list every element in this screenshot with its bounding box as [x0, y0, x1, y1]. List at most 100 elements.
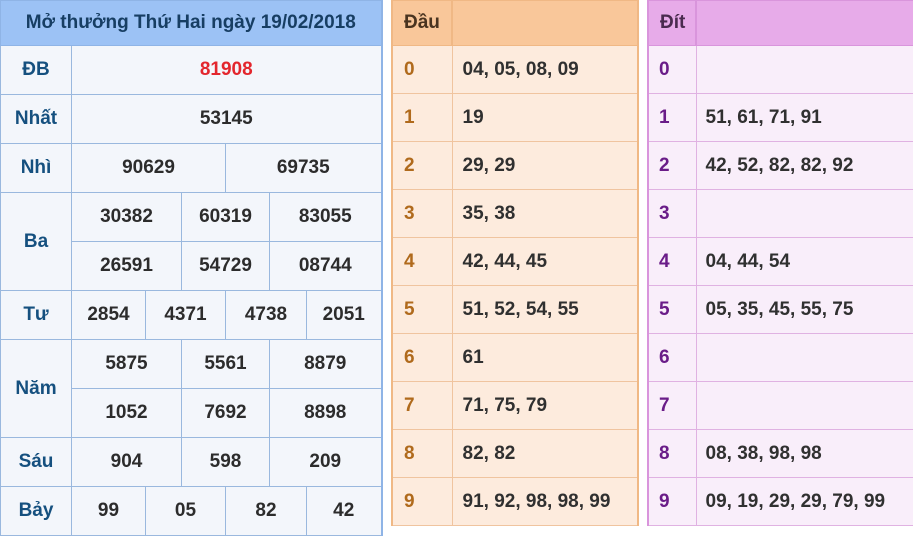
dit-row: 0 [647, 45, 913, 94]
dau-value: 82, 82 [451, 429, 639, 478]
prize-label-tu: Tư [0, 290, 72, 340]
prize-nam-number: 5561 [181, 339, 270, 389]
prize-tu-number: 2854 [71, 290, 146, 340]
dit-key: 0 [647, 45, 697, 94]
dau-value: 61 [451, 333, 639, 382]
dau-value: 35, 38 [451, 189, 639, 238]
dau-value: 19 [451, 93, 639, 142]
dau-value: 71, 75, 79 [451, 381, 639, 430]
dau-key: 5 [391, 285, 453, 334]
dit-key: 5 [647, 285, 697, 334]
dit-key: 4 [647, 237, 697, 286]
prize-nam-number: 7692 [181, 388, 270, 438]
prize-nam-number: 1052 [71, 388, 182, 438]
dit-row: 5 05, 35, 45, 55, 75 [647, 285, 913, 334]
dau-row: 6 61 [391, 333, 639, 382]
dau-key: 7 [391, 381, 453, 430]
dau-row: 1 19 [391, 93, 639, 142]
dit-row: 7 [647, 381, 913, 430]
dit-row: 6 [647, 333, 913, 382]
prize-ba-number: 83055 [269, 192, 383, 242]
prize-ba-number: 54729 [181, 241, 270, 291]
dau-row: 9 91, 92, 98, 98, 99 [391, 477, 639, 526]
prize-bay-number: 05 [145, 486, 226, 536]
prize-tu-number: 2051 [306, 290, 383, 340]
dit-key: 7 [647, 381, 697, 430]
dit-key: 3 [647, 189, 697, 238]
results-title: Mở thưởng Thứ Hai ngày 19/02/2018 [0, 0, 383, 46]
dit-value [695, 45, 913, 94]
dau-key: 2 [391, 141, 453, 190]
prize-ba-number: 30382 [71, 192, 182, 242]
dau-key: 3 [391, 189, 453, 238]
dau-header-row: Đầu [391, 0, 639, 46]
dit-value [695, 381, 913, 430]
dau-header: Đầu [391, 0, 453, 46]
dit-header: Đít [647, 0, 697, 46]
dau-row: 8 82, 82 [391, 429, 639, 478]
dit-value: 42, 52, 82, 82, 92 [695, 141, 913, 190]
dit-value [695, 189, 913, 238]
prize-nhat-number: 53145 [71, 94, 383, 144]
dau-value: 42, 44, 45 [451, 237, 639, 286]
dit-value: 05, 35, 45, 55, 75 [695, 285, 913, 334]
prize-tu-number: 4371 [145, 290, 226, 340]
prize-label-sau: Sáu [0, 437, 72, 487]
dau-key: 6 [391, 333, 453, 382]
prize-nam-number: 8898 [269, 388, 383, 438]
dit-header-blank [695, 0, 913, 46]
dau-key: 8 [391, 429, 453, 478]
prize-label-nhat: Nhất [0, 94, 72, 144]
dau-row: 5 51, 52, 54, 55 [391, 285, 639, 334]
prize-ba-number: 26591 [71, 241, 182, 291]
dit-key: 6 [647, 333, 697, 382]
dau-table: Đầu 0 04, 05, 08, 09 1 19 2 29, 29 3 35, 38 … [391, 0, 639, 526]
dau-value: 91, 92, 98, 98, 99 [451, 477, 639, 526]
dau-row: 3 35, 38 [391, 189, 639, 238]
prize-tu-number: 4738 [225, 290, 307, 340]
dit-value: 09, 19, 29, 29, 79, 99 [695, 477, 913, 526]
dit-row: 9 09, 19, 29, 29, 79, 99 [647, 477, 913, 526]
dit-value: 08, 38, 98, 98 [695, 429, 913, 478]
dit-key: 2 [647, 141, 697, 190]
dit-header-row: Đít [647, 0, 913, 46]
prize-sau-number: 209 [269, 437, 383, 487]
lottery-results-table: Mở thưởng Thứ Hai ngày 19/02/2018 ĐB 819… [0, 0, 383, 536]
prize-label-nam: Năm [0, 339, 72, 438]
dau-row: 4 42, 44, 45 [391, 237, 639, 286]
dit-key: 1 [647, 93, 697, 142]
dau-value: 04, 05, 08, 09 [451, 45, 639, 94]
prize-nam-number: 8879 [269, 339, 383, 389]
dit-value [695, 333, 913, 382]
dau-key: 9 [391, 477, 453, 526]
dau-header-blank [451, 0, 639, 46]
dit-key: 8 [647, 429, 697, 478]
prize-nhi-number: 90629 [71, 143, 226, 193]
prize-label-db: ĐB [0, 45, 72, 95]
prize-ba-number: 08744 [269, 241, 383, 291]
dau-row: 0 04, 05, 08, 09 [391, 45, 639, 94]
prize-bay-number: 99 [71, 486, 146, 536]
dit-row: 8 08, 38, 98, 98 [647, 429, 913, 478]
dau-key: 0 [391, 45, 453, 94]
prize-nam-number: 5875 [71, 339, 182, 389]
dit-key: 9 [647, 477, 697, 526]
prize-sau-number: 598 [181, 437, 270, 487]
prize-label-ba: Ba [0, 192, 72, 291]
dau-row: 7 71, 75, 79 [391, 381, 639, 430]
prize-label-nhi: Nhì [0, 143, 72, 193]
dau-value: 51, 52, 54, 55 [451, 285, 639, 334]
dau-key: 4 [391, 237, 453, 286]
dit-row: 1 51, 61, 71, 91 [647, 93, 913, 142]
dit-table: Đít 0 1 51, 61, 71, 91 2 42, 52, 82, 82, 9… [647, 0, 913, 526]
dau-key: 1 [391, 93, 453, 142]
dit-value: 04, 44, 54 [695, 237, 913, 286]
prize-nhi-number: 69735 [225, 143, 383, 193]
dit-row: 4 04, 44, 54 [647, 237, 913, 286]
dit-row: 2 42, 52, 82, 82, 92 [647, 141, 913, 190]
prize-sau-number: 904 [71, 437, 182, 487]
dau-value: 29, 29 [451, 141, 639, 190]
prize-bay-number: 42 [306, 486, 383, 536]
dit-row: 3 [647, 189, 913, 238]
dau-row: 2 29, 29 [391, 141, 639, 190]
